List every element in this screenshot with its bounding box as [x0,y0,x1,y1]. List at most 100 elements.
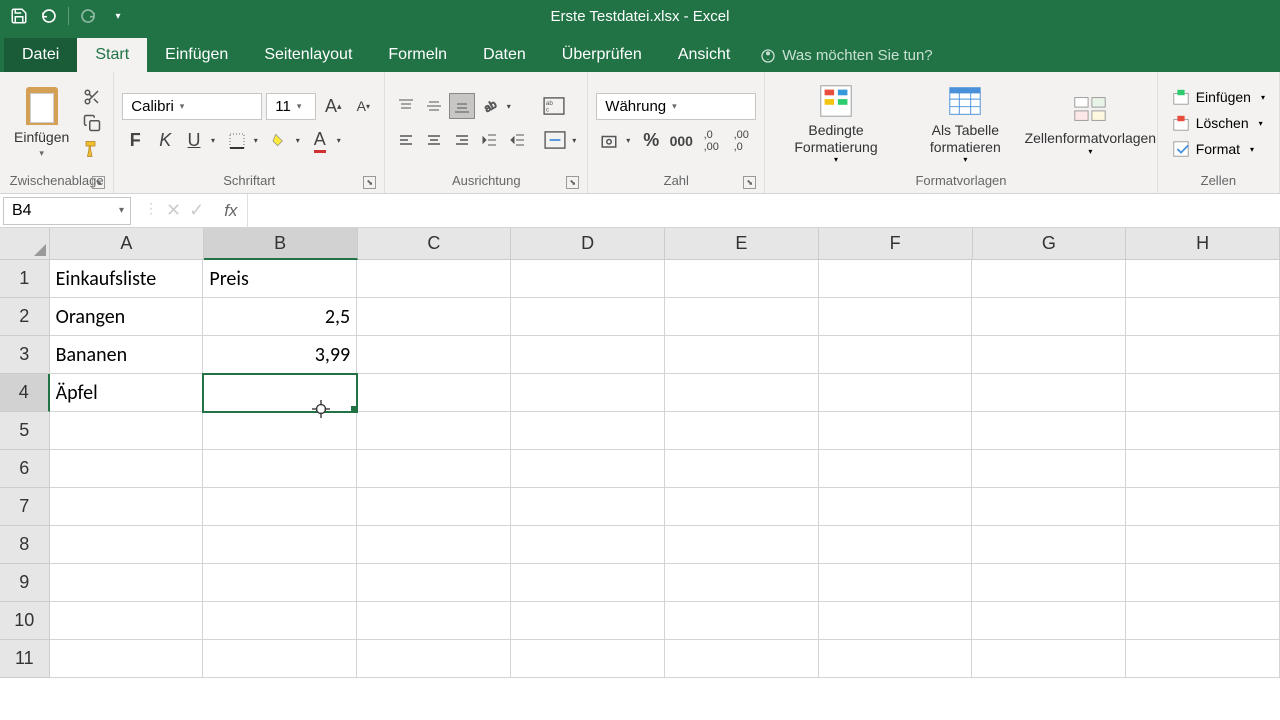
cut-icon[interactable] [81,86,103,108]
cell-B11[interactable] [203,640,357,678]
cell-A5[interactable] [50,412,204,450]
copy-icon[interactable] [81,112,103,134]
cell-C5[interactable] [357,412,511,450]
row-header-3[interactable]: 3 [0,336,50,374]
tab-layout[interactable]: Seitenlayout [246,38,370,72]
cell-F8[interactable] [819,526,973,564]
number-launcher-icon[interactable]: ⬊ [743,176,756,189]
alignment-launcher-icon[interactable]: ⬊ [566,176,579,189]
cell-E10[interactable] [665,602,819,640]
cell-F2[interactable] [819,298,973,336]
orientation-icon[interactable]: ab▾ [477,93,515,119]
cell-G1[interactable] [972,260,1126,298]
cell-E6[interactable] [665,450,819,488]
cell-H7[interactable] [1126,488,1280,526]
cell-H2[interactable] [1126,298,1280,336]
cell-H9[interactable] [1126,564,1280,602]
cell-B6[interactable] [203,450,357,488]
cancel-formula-icon[interactable]: ✕ [166,200,181,221]
cell-F5[interactable] [819,412,973,450]
cell-G6[interactable] [972,450,1126,488]
cell-H6[interactable] [1126,450,1280,488]
font-size-dropdown[interactable]: 11▾ [266,93,316,120]
cell-H4[interactable] [1126,374,1280,412]
tab-review[interactable]: Überprüfen [544,38,660,72]
cell-D4[interactable] [511,374,665,412]
percent-icon[interactable]: % [638,128,664,154]
cell-F9[interactable] [819,564,973,602]
row-header-1[interactable]: 1 [0,260,50,298]
cell-F3[interactable] [819,336,973,374]
cell-H8[interactable] [1126,526,1280,564]
tell-me-search[interactable]: Was möchten Sie tun? [748,39,944,72]
save-icon[interactable] [8,5,30,27]
cell-E5[interactable] [665,412,819,450]
formula-input[interactable] [247,194,1280,227]
col-header-B[interactable]: B [204,228,358,260]
align-right-icon[interactable] [449,127,475,153]
cell-F4[interactable] [819,374,973,412]
increase-font-icon[interactable]: A▴ [320,93,346,119]
cell-E11[interactable] [665,640,819,678]
row-header-6[interactable]: 6 [0,450,50,488]
tab-start[interactable]: Start [77,38,147,72]
cell-D8[interactable] [511,526,665,564]
qat-customize-icon[interactable]: ▾ [107,5,129,27]
cell-B5[interactable] [203,412,357,450]
name-box-arrow-icon[interactable]: ▾ [113,205,130,216]
format-as-table-button[interactable]: Als Tabelle formatieren▾ [903,80,1028,167]
cell-C3[interactable] [357,336,511,374]
cell-C7[interactable] [357,488,511,526]
wrap-text-icon[interactable]: abc [541,93,567,119]
cell-E1[interactable] [665,260,819,298]
row-header-5[interactable]: 5 [0,412,50,450]
cell-C2[interactable] [357,298,511,336]
cell-E4[interactable] [665,374,819,412]
cell-E9[interactable] [665,564,819,602]
col-header-D[interactable]: D [511,228,665,260]
cell-A1[interactable]: Einkaufsliste [50,260,204,298]
comma-style-icon[interactable]: 000 [668,128,694,154]
cell-B2[interactable]: 2,5 [203,298,357,336]
cell-B10[interactable] [203,602,357,640]
cell-G7[interactable] [972,488,1126,526]
col-header-H[interactable]: H [1126,228,1280,260]
cell-G9[interactable] [972,564,1126,602]
tab-data[interactable]: Daten [465,38,544,72]
cell-A4[interactable]: Äpfel [50,374,204,412]
merge-center-icon[interactable]: ▾ [541,127,579,153]
cell-A9[interactable] [50,564,204,602]
row-header-7[interactable]: 7 [0,488,50,526]
format-painter-icon[interactable] [81,138,103,160]
cell-F7[interactable] [819,488,973,526]
cell-F1[interactable] [819,260,973,298]
enter-formula-icon[interactable]: ✓ [189,200,204,221]
cell-G2[interactable] [972,298,1126,336]
cell-H5[interactable] [1126,412,1280,450]
align-top-icon[interactable] [393,93,419,119]
cell-B1[interactable]: Preis [203,260,357,298]
cell-C10[interactable] [357,602,511,640]
align-middle-icon[interactable] [421,93,447,119]
align-bottom-icon[interactable] [449,93,475,119]
cell-G10[interactable] [972,602,1126,640]
cell-E2[interactable] [665,298,819,336]
cell-E7[interactable] [665,488,819,526]
cell-E8[interactable] [665,526,819,564]
fill-color-icon[interactable]: ▾ [266,128,304,154]
cell-H1[interactable] [1126,260,1280,298]
borders-icon[interactable]: ▾ [224,128,262,154]
row-header-8[interactable]: 8 [0,526,50,564]
cell-D6[interactable] [511,450,665,488]
cell-D10[interactable] [511,602,665,640]
cell-D1[interactable] [511,260,665,298]
cell-A6[interactable] [50,450,204,488]
col-header-F[interactable]: F [819,228,973,260]
row-header-9[interactable]: 9 [0,564,50,602]
cell-C1[interactable] [357,260,511,298]
cell-F11[interactable] [819,640,973,678]
align-center-icon[interactable] [421,127,447,153]
delete-cells-button[interactable]: Löschen▾ [1168,112,1269,134]
format-cells-button[interactable]: Format▾ [1168,138,1269,160]
cell-E3[interactable] [665,336,819,374]
